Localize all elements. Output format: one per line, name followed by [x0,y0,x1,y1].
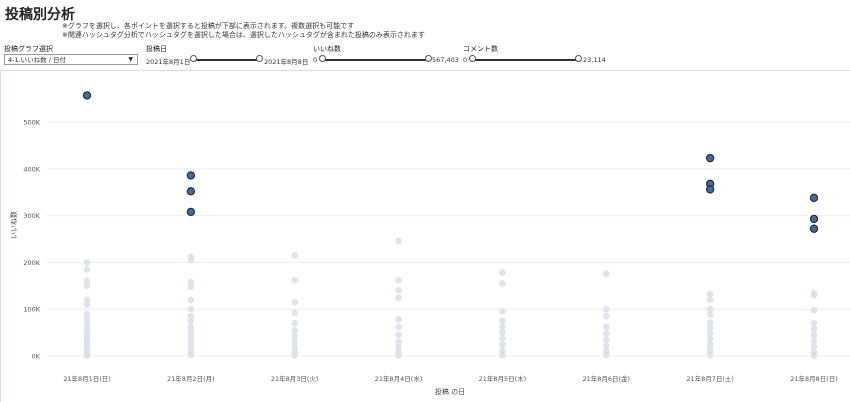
highlighted-data-point[interactable] [809,193,819,203]
y-tick-label: 200K [23,259,40,267]
faded-data-point[interactable] [291,298,299,306]
faded-data-point[interactable] [810,343,818,350]
highlighted-data-point[interactable] [186,171,196,180]
faded-data-point[interactable] [395,237,402,245]
x-tick-label: 21年8月1日(日) [63,374,111,383]
highlighted-data-point[interactable] [809,224,819,233]
x-tick-label: 21年8月6日(金) [582,374,630,383]
faded-data-point[interactable] [810,337,818,345]
faded-data-point[interactable] [706,305,714,313]
faded-data-point[interactable] [187,283,195,291]
faded-data-point[interactable] [291,276,299,284]
faded-data-point[interactable] [499,334,506,342]
x-tick-label: 21年8月8日(日) [790,374,838,383]
faded-data-point[interactable] [602,336,610,343]
faded-data-point[interactable] [499,340,506,348]
faded-data-point[interactable] [706,311,714,319]
faded-data-point[interactable] [602,330,610,337]
faded-data-point[interactable] [499,351,506,359]
x-tick-label: 21年8月3日(火) [271,374,319,383]
x-tick-label: 21年8月2日(月) [167,374,215,383]
faded-data-point[interactable] [602,305,610,313]
faded-data-point[interactable] [602,351,610,359]
faded-data-point[interactable] [602,312,610,320]
faded-data-point[interactable] [602,323,610,331]
y-axis-label: いいね数 [9,211,18,239]
faded-data-point[interactable] [395,276,402,284]
faded-data-point[interactable] [706,351,714,359]
faded-data-point[interactable] [602,342,610,349]
faded-data-point[interactable] [187,256,195,264]
faded-data-point[interactable] [291,338,299,346]
faded-data-point[interactable] [291,319,299,327]
faded-data-point[interactable] [810,306,818,314]
faded-data-point[interactable] [810,291,818,299]
highlighted-data-point[interactable] [82,91,92,100]
faded-data-point[interactable] [187,351,195,359]
y-tick-label: 300K [23,212,40,220]
faded-data-point[interactable] [706,330,714,337]
y-tick-label: 0K [32,352,41,360]
highlighted-data-point[interactable] [705,185,715,194]
faded-data-point[interactable] [706,335,714,343]
faded-data-point[interactable] [395,331,402,339]
faded-data-point[interactable] [602,270,610,277]
faded-data-point[interactable] [499,269,506,277]
faded-data-point[interactable] [291,252,299,259]
faded-data-point[interactable] [83,266,91,273]
faded-data-point[interactable] [395,323,402,331]
faded-data-point[interactable] [187,296,195,304]
faded-data-point[interactable] [187,317,195,325]
faded-data-point[interactable] [187,323,195,331]
faded-data-point[interactable] [395,338,402,346]
faded-data-point[interactable] [83,282,91,290]
faded-data-point[interactable] [395,287,402,294]
faded-data-point[interactable] [291,333,299,340]
faded-data-point[interactable] [499,329,506,336]
highlighted-data-point[interactable] [186,187,196,196]
faded-data-point[interactable] [83,301,91,308]
x-tick-label: 21年8月7日(土) [686,374,734,383]
faded-data-point[interactable] [187,305,195,313]
faded-data-point[interactable] [810,352,818,359]
faded-data-point[interactable] [706,290,714,298]
faded-data-point[interactable] [395,352,402,359]
x-tick-label: 21年8月5日(木) [479,374,527,383]
highlighted-data-point[interactable] [705,153,715,163]
y-tick-label: 400K [23,165,40,173]
faded-data-point[interactable] [499,317,506,325]
faded-data-point[interactable] [706,318,714,326]
faded-data-point[interactable] [499,308,506,315]
faded-data-point[interactable] [706,296,714,304]
faded-data-point[interactable] [395,294,402,302]
faded-data-point[interactable] [83,352,91,359]
faded-data-point[interactable] [83,259,91,266]
faded-data-point[interactable] [706,341,714,349]
faded-data-point[interactable] [810,325,818,333]
faded-data-point[interactable] [291,309,299,317]
faded-data-point[interactable] [810,319,818,327]
y-tick-label: 100K [23,306,40,314]
faded-data-point[interactable] [291,352,299,359]
faded-data-point[interactable] [291,326,299,334]
x-axis-label: 投稿 の日 [435,387,465,396]
scatter-chart[interactable]: 0K 100K 200K 300K 400K 500K 21年8月1日(日) 21年8月2日… [0,0,850,402]
faded-data-point[interactable] [499,323,506,331]
y-tick-label: 500K [23,119,40,127]
x-tick-label: 21年8月4日(水) [375,374,423,383]
faded-data-point[interactable] [810,331,818,339]
highlighted-data-point[interactable] [809,214,819,224]
faded-data-point[interactable] [395,316,402,323]
faded-data-point[interactable] [706,324,714,332]
highlighted-data-point[interactable] [186,207,196,217]
faded-data-point[interactable] [499,280,506,287]
